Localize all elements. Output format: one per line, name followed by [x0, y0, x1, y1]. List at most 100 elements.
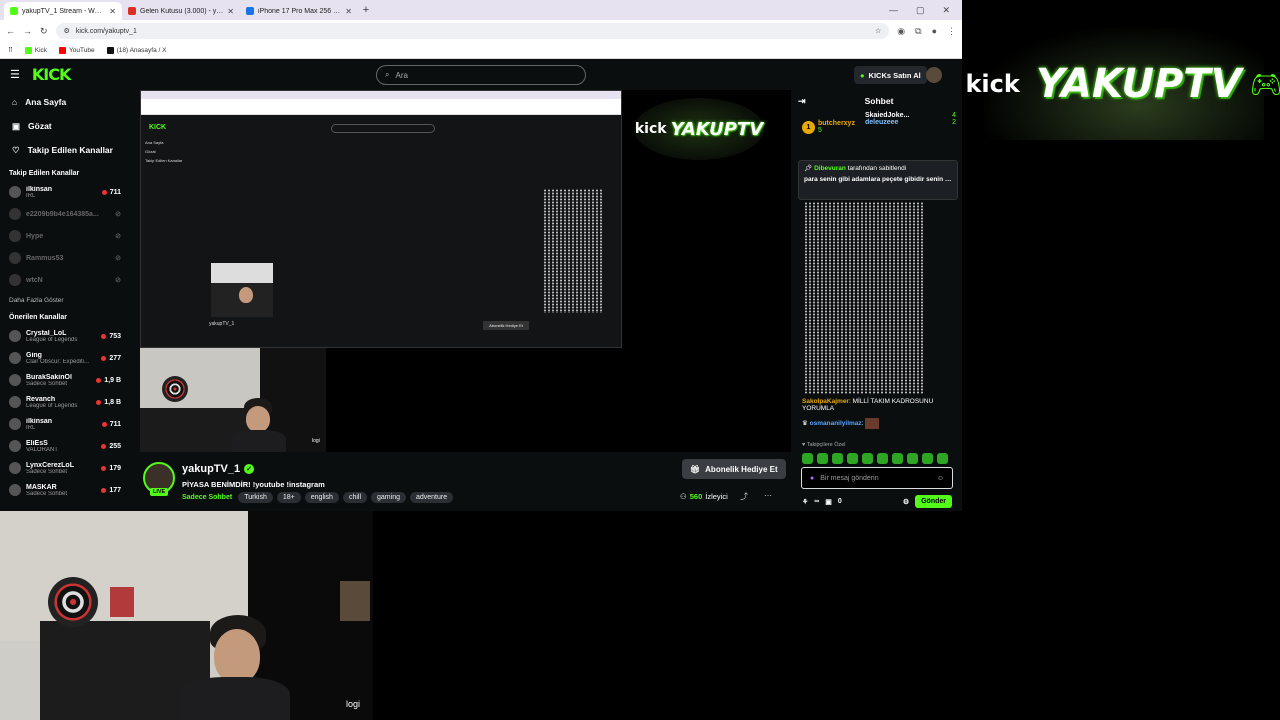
- kick-icon: [24, 46, 32, 54]
- pinned-message[interactable]: 📌︎ Dibevuran tarafından sabitlendi para …: [798, 160, 958, 200]
- nav-browse[interactable]: ▣ Gözat: [0, 114, 130, 138]
- emote-button[interactable]: [847, 453, 858, 464]
- show-more-link[interactable]: Daha Fazla Göster: [0, 291, 130, 310]
- channel-name[interactable]: yakupTV_1 ✓: [182, 463, 255, 475]
- leaderboard-user[interactable]: deleuzeee 2: [865, 119, 956, 126]
- collapse-chat-icon[interactable]: ⇥: [798, 96, 806, 107]
- forward-icon[interactable]: →: [23, 26, 32, 36]
- category-link[interactable]: Sadece Sohbet: [182, 494, 232, 501]
- x-icon: [106, 46, 114, 54]
- followed-channel[interactable]: e2209b9b4e164385a... ⊘: [0, 203, 130, 225]
- inner-sub-gift: Abonelik Hediye Et: [483, 321, 529, 330]
- emote-button[interactable]: [802, 453, 813, 464]
- tab-kick[interactable]: yakupTV_1 Stream - Watch Live ✕: [4, 2, 122, 20]
- recommended-channel[interactable]: LynxCerezLoL Sadece Sohbet 179: [0, 457, 130, 479]
- nav-following[interactable]: ♡ Takip Edilen Kanallar: [0, 138, 130, 162]
- emote-button[interactable]: [937, 453, 948, 464]
- emote-button[interactable]: [817, 453, 828, 464]
- address-bar[interactable]: ⚙ kick.com/yakuptv_1 ☆: [55, 23, 890, 39]
- maximize-icon[interactable]: ▢: [916, 5, 925, 16]
- emote-button[interactable]: [892, 453, 903, 464]
- close-window-icon[interactable]: ✕: [942, 5, 950, 16]
- kick-page: ☰ KICK ⌕ Ara ● KICKs Satın Al ⌂ Ana Sayfa…: [0, 59, 962, 511]
- bookmarks-bar: ⠿ Kick YouTube (18) Anasayfa / X: [0, 42, 962, 59]
- site-info-icon[interactable]: ⚙: [64, 27, 70, 35]
- hamburger-menu-icon[interactable]: ☰: [10, 68, 20, 81]
- followed-channel[interactable]: Hype ⊘: [0, 225, 130, 247]
- bookmark-x[interactable]: (18) Anasayfa / X: [106, 46, 166, 54]
- badge-icon: ♛: [802, 420, 808, 428]
- browser-toolbar: ← → ↻ ⚙ kick.com/yakuptv_1 ☆ ◉ ⧉ ● ⋮: [0, 20, 962, 42]
- points-icon[interactable]: ⚘: [802, 498, 808, 506]
- leaderboard-top-user[interactable]: 1 butcherxyz 5: [802, 112, 855, 142]
- recursive-screen-capture: KICK Ana Sayfa Gözat Takip Edilen Kanall…: [140, 90, 622, 348]
- chat-message-input[interactable]: ● Bir mesaj gönderin ☺: [801, 467, 953, 489]
- share-icon[interactable]: ⤴: [740, 491, 748, 502]
- close-tab-icon[interactable]: ✕: [227, 7, 234, 16]
- avatar: [9, 462, 21, 474]
- nav-home[interactable]: ⌂ Ana Sayfa: [0, 90, 130, 114]
- viewer-count: ⚇ 560 İzleyici: [680, 492, 728, 501]
- close-tab-icon[interactable]: ✕: [345, 7, 352, 16]
- tag-chip[interactable]: 18+: [276, 492, 301, 503]
- live-dot-icon: [101, 465, 107, 471]
- gift-icon[interactable]: ▣: [825, 498, 832, 506]
- recommended-channel[interactable]: Revanch League of Legends 1,8 B: [0, 391, 130, 413]
- recommended-channel[interactable]: EliEsS VALORANT 255: [0, 435, 130, 457]
- tag-chip[interactable]: gaming: [371, 492, 406, 503]
- buy-kicks-button[interactable]: ● KICKs Satın Al: [854, 66, 927, 84]
- tab-bar: yakupTV_1 Stream - Watch Live ✕ Gelen Ku…: [0, 0, 962, 20]
- followed-channel[interactable]: Rammus53 ⊘: [0, 247, 130, 269]
- bookmark-star-icon[interactable]: ☆: [875, 27, 881, 35]
- emote-button[interactable]: [862, 453, 873, 464]
- search-input[interactable]: ⌕ Ara: [376, 65, 586, 85]
- youtube-icon: [59, 46, 67, 54]
- close-tab-icon[interactable]: ✕: [109, 7, 116, 16]
- emote-button[interactable]: [877, 453, 888, 464]
- emote-image: [865, 418, 880, 429]
- minimize-icon[interactable]: —: [889, 5, 898, 16]
- menu-kebab-icon[interactable]: ⋮: [947, 26, 956, 37]
- extensions-puzzle-icon[interactable]: ⧉: [915, 26, 921, 37]
- bookmark-kick[interactable]: Kick: [24, 46, 47, 54]
- stream-title: PİYASA BENİMDİR! !youtube !instagram: [182, 480, 325, 489]
- recommended-channel[interactable]: BurakSakinOl Sadece Sohbet 1,9 B: [0, 369, 130, 391]
- tag-chip[interactable]: chill: [342, 492, 368, 503]
- inner-sidebar: Ana Sayfa Gözat Takip Edilen Kanallar: [145, 140, 183, 163]
- emote-button[interactable]: [832, 453, 843, 464]
- dartboard-image: [162, 376, 188, 402]
- recommended-channel[interactable]: Ging Clair Obscur: Expediti... 277: [0, 347, 130, 369]
- emoji-icon[interactable]: ☺: [937, 475, 944, 482]
- followed-channel[interactable]: ilkinsan IRL 711: [0, 181, 130, 203]
- emote-button[interactable]: [922, 453, 933, 464]
- video-player[interactable]: KICK Ana Sayfa Gözat Takip Edilen Kanall…: [140, 90, 791, 452]
- live-dot-icon: [101, 355, 107, 361]
- tab-gmail[interactable]: Gelen Kutusu (3.000) - yakupe... ✕: [122, 2, 240, 20]
- tab-iphone[interactable]: iPhone 17 Pro Max 256 GB Fiya... ✕: [240, 2, 358, 20]
- profile-icon[interactable]: ●: [932, 26, 937, 37]
- recommended-channel[interactable]: MASKAR Sadece Sohbet 177: [0, 479, 130, 501]
- gift-subscription-button[interactable]: 🎁︎ Abonelik Hediye Et: [682, 459, 786, 479]
- new-tab-icon[interactable]: +: [358, 4, 374, 16]
- more-options-icon[interactable]: ⋯: [764, 491, 772, 500]
- bookmark-youtube[interactable]: YouTube: [59, 46, 95, 54]
- recommended-channel[interactable]: ilkinsan IRL 711: [0, 413, 130, 435]
- tag-chip[interactable]: english: [304, 492, 339, 503]
- leaderboard-user[interactable]: SkaiedJoke... 4: [865, 112, 956, 119]
- user-avatar[interactable]: [926, 67, 942, 83]
- followed-channel[interactable]: wtcN ⊘: [0, 269, 130, 291]
- reload-icon[interactable]: ↻: [40, 26, 48, 37]
- kick-logo[interactable]: KICK: [32, 65, 71, 84]
- mic-icon[interactable]: ●: [810, 475, 814, 482]
- back-icon[interactable]: ←: [6, 26, 15, 36]
- tag-chip[interactable]: adventure: [409, 492, 454, 503]
- apps-grid-icon[interactable]: ⠿: [8, 46, 13, 54]
- tag-chip[interactable]: Turkish: [238, 492, 273, 503]
- recommended-channel[interactable]: Crystal_LoL League of Legends 753: [0, 325, 130, 347]
- extension-icon[interactable]: ◉: [897, 26, 905, 37]
- emote-button[interactable]: [907, 453, 918, 464]
- webcam-overlay: logi: [0, 511, 373, 720]
- chat-settings-icon[interactable]: ⚙: [903, 498, 909, 506]
- send-button[interactable]: Gönder: [915, 495, 952, 508]
- tab-title: yakupTV_1 Stream - Watch Live: [22, 7, 105, 15]
